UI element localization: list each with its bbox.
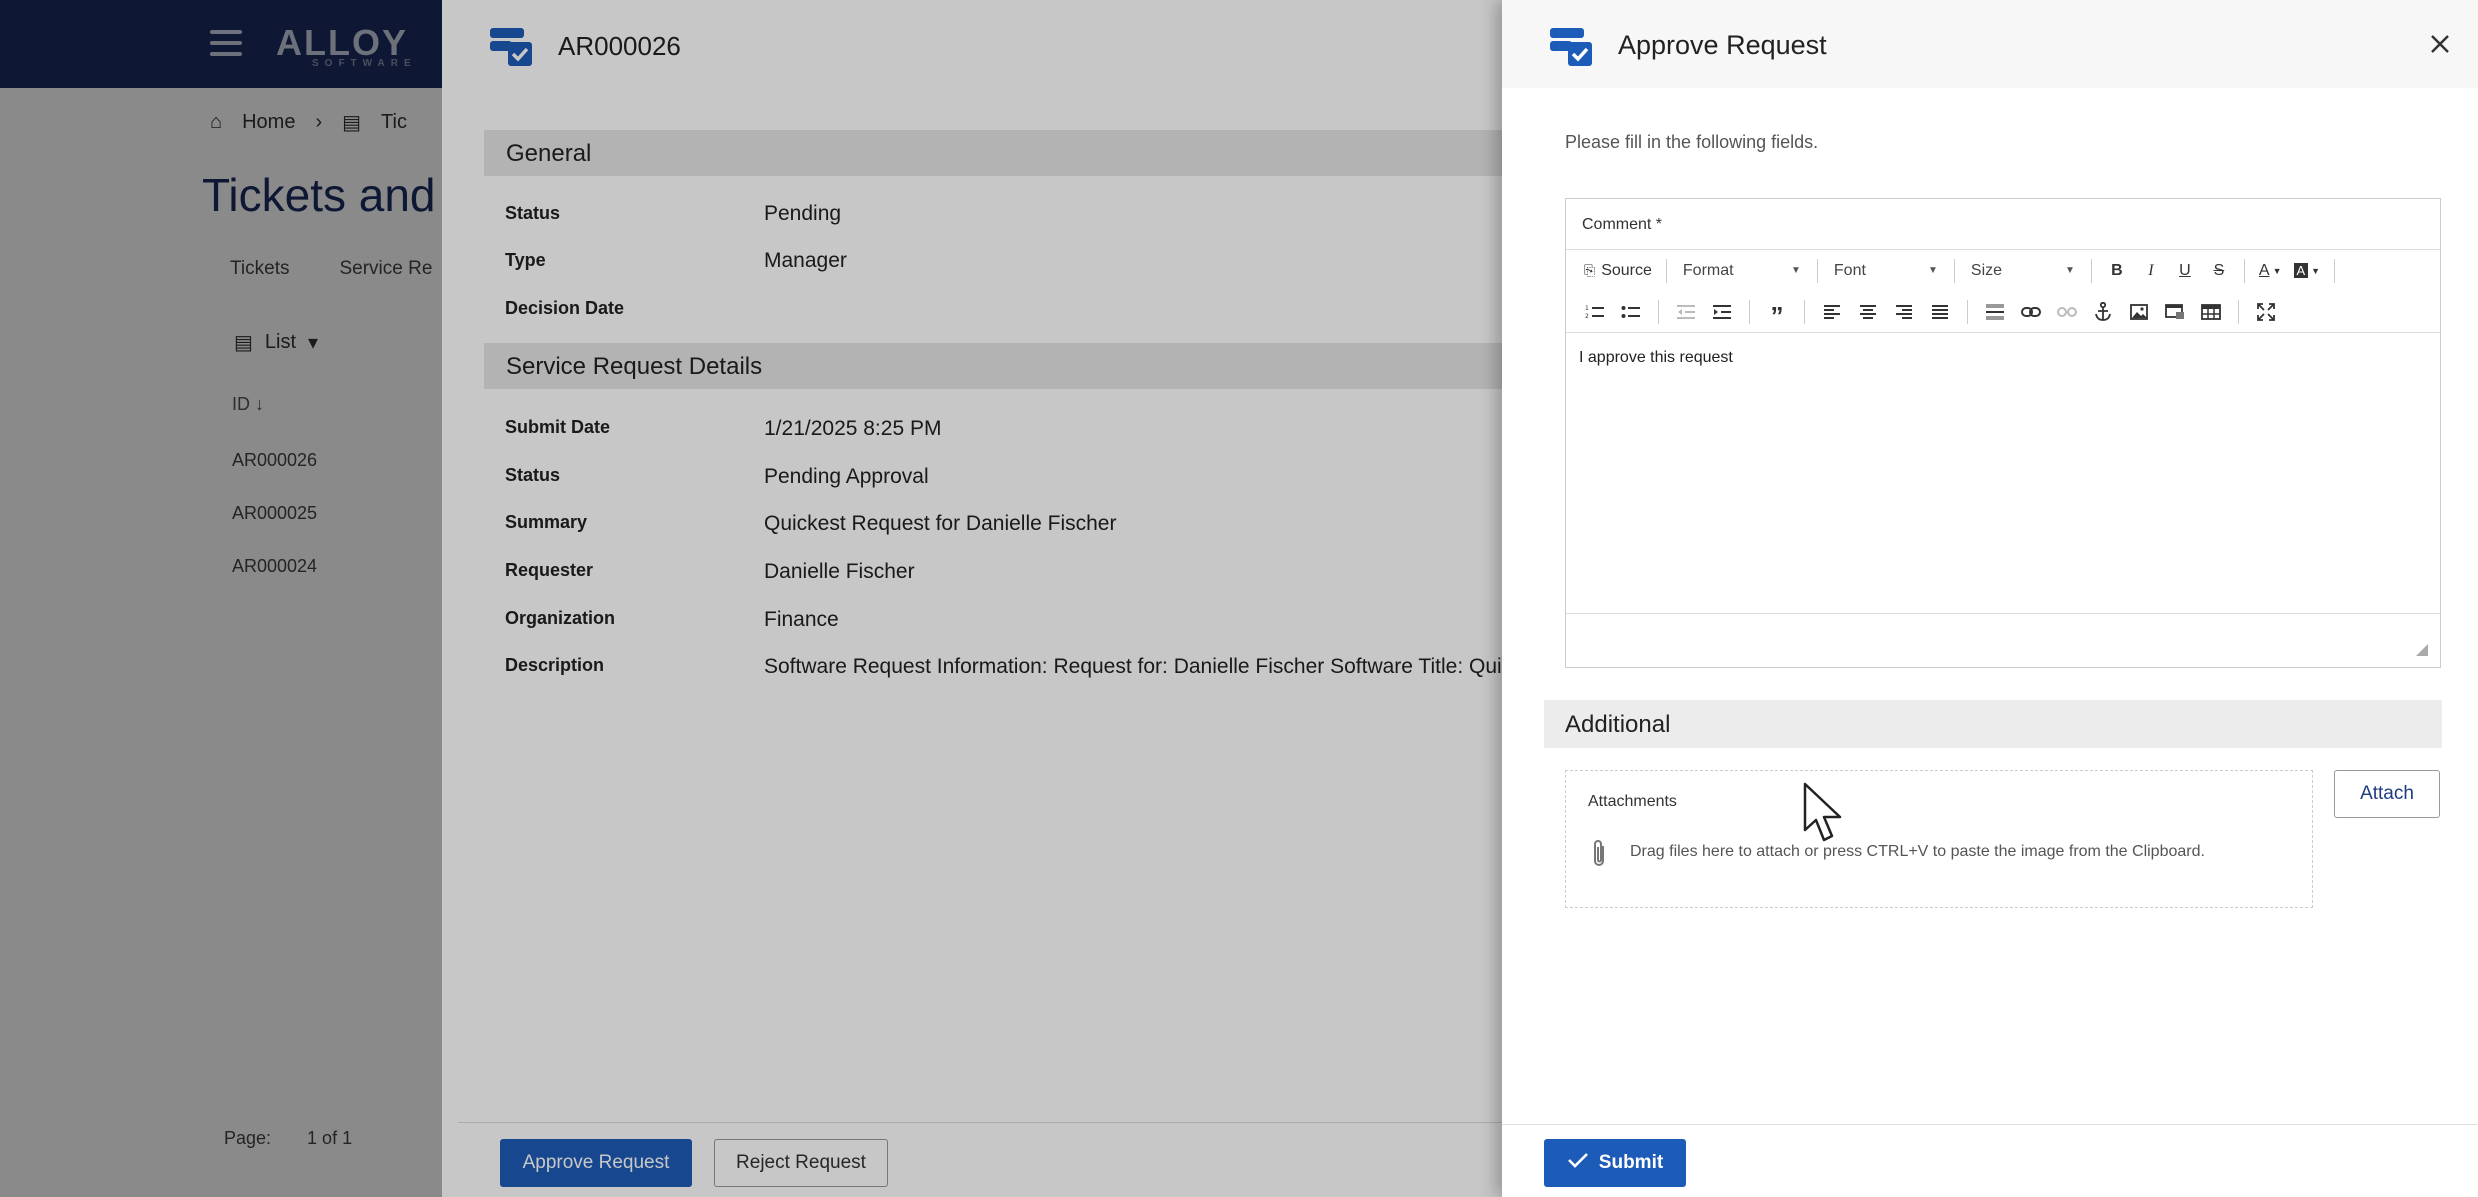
toolbar-divider xyxy=(1953,258,1955,283)
approve-request-drawer: Approve Request Please fill in the follo… xyxy=(1502,0,2478,1197)
align-left-icon[interactable] xyxy=(1817,297,1847,327)
svg-text:2: 2 xyxy=(1585,313,1589,320)
comment-label: Comment * xyxy=(1582,216,1663,233)
embed-icon[interactable] xyxy=(2160,297,2190,327)
toolbar-divider xyxy=(2243,258,2245,283)
chevron-down-icon: ▼ xyxy=(2065,265,2075,276)
mouse-cursor-icon xyxy=(1803,782,1845,849)
additional-section-heading: Additional xyxy=(1544,700,2442,748)
toolbar-divider xyxy=(1816,258,1818,283)
image-icon[interactable] xyxy=(2124,297,2154,327)
attach-button[interactable]: Attach xyxy=(2334,770,2440,818)
align-right-icon[interactable] xyxy=(1889,297,1919,327)
drawer-footer: Submit xyxy=(1502,1124,2478,1197)
outdent-icon[interactable] xyxy=(1671,297,1701,327)
horizontal-rule-icon[interactable] xyxy=(1980,297,2010,327)
toolbar-divider xyxy=(2334,258,2336,283)
checkmark-icon xyxy=(1567,1151,1589,1175)
attachments-label: Attachments xyxy=(1588,793,1677,810)
attachments-dropzone[interactable]: Attachments Drag files here to attach or… xyxy=(1565,770,2313,908)
link-icon[interactable] xyxy=(2016,297,2046,327)
comment-editor: Comment * ⎘ Source Format ▼ Font ▼ Size ▼ B… xyxy=(1565,198,2441,668)
justify-icon[interactable] xyxy=(1925,297,1955,327)
blockquote-icon[interactable]: ” xyxy=(1762,297,1792,331)
size-label: Size xyxy=(1970,261,2003,279)
toolbar-divider xyxy=(1665,258,1667,283)
toolbar-divider xyxy=(1967,299,1968,324)
font-dropdown[interactable]: Font ▼ xyxy=(1828,256,1944,286)
table-icon[interactable] xyxy=(2196,297,2226,327)
size-dropdown[interactable]: Size ▼ xyxy=(1965,256,2081,286)
format-label: Format xyxy=(1682,261,1734,279)
editor-footer xyxy=(1566,613,2440,667)
panel-overlay xyxy=(442,0,1502,1197)
svg-text:1: 1 xyxy=(1585,305,1589,312)
close-icon[interactable] xyxy=(2424,28,2456,60)
strikethrough-icon[interactable]: S xyxy=(2204,256,2234,286)
chevron-down-icon: ▼ xyxy=(1791,265,1801,276)
indent-icon[interactable] xyxy=(1707,297,1737,327)
toolbar-divider xyxy=(1804,299,1805,324)
toolbar-divider xyxy=(2090,258,2092,283)
font-label: Font xyxy=(1833,261,1866,279)
drawer-title: Approve Request xyxy=(1618,30,1827,60)
drawer-header: Approve Request xyxy=(1502,0,2478,88)
editor-toolbar-row-2: 12 ” xyxy=(1566,291,2440,333)
editor-toolbar-row-1: ⎘ Source Format ▼ Font ▼ Size ▼ B I U S A ▼ … xyxy=(1566,249,2440,291)
chevron-down-icon: ▼ xyxy=(1928,265,1938,276)
toolbar-divider xyxy=(2238,299,2239,324)
resize-grip-icon[interactable] xyxy=(2416,643,2428,656)
source-label: Source xyxy=(1601,261,1652,279)
background-color-icon[interactable]: A ▼ xyxy=(2290,256,2325,286)
source-icon: ⎘ xyxy=(1584,262,1596,278)
attachments-hint: Drag files here to attach or press CTRL+… xyxy=(1630,843,2205,860)
toolbar-divider xyxy=(1749,299,1750,324)
submit-label: Submit xyxy=(1598,1152,1664,1173)
source-button[interactable]: ⎘ Source xyxy=(1580,256,1656,286)
instructions-text: Please fill in the following fields. xyxy=(1565,132,1819,152)
toolbar-divider xyxy=(1658,299,1659,324)
unlink-icon[interactable] xyxy=(2052,297,2082,327)
format-dropdown[interactable]: Format ▼ xyxy=(1677,256,1807,286)
paperclip-icon xyxy=(1590,839,1608,874)
maximize-icon[interactable] xyxy=(2251,297,2281,327)
request-details-panel: AR000026 General Status Pending Type Man… xyxy=(442,0,1502,1197)
approval-request-icon xyxy=(1548,24,1594,73)
comment-text-area[interactable]: I approve this request xyxy=(1566,333,2440,613)
numbered-list-icon[interactable]: 12 xyxy=(1580,297,1610,327)
align-center-icon[interactable] xyxy=(1853,297,1883,327)
text-color-icon[interactable]: A ▼ xyxy=(2255,256,2286,286)
underline-icon[interactable]: U xyxy=(2170,256,2200,286)
submit-button[interactable]: Submit xyxy=(1544,1139,1686,1187)
italic-icon[interactable]: I xyxy=(2136,256,2166,286)
bulleted-list-icon[interactable] xyxy=(1616,297,1646,327)
bold-icon[interactable]: B xyxy=(2102,256,2132,286)
anchor-icon[interactable] xyxy=(2088,297,2118,327)
